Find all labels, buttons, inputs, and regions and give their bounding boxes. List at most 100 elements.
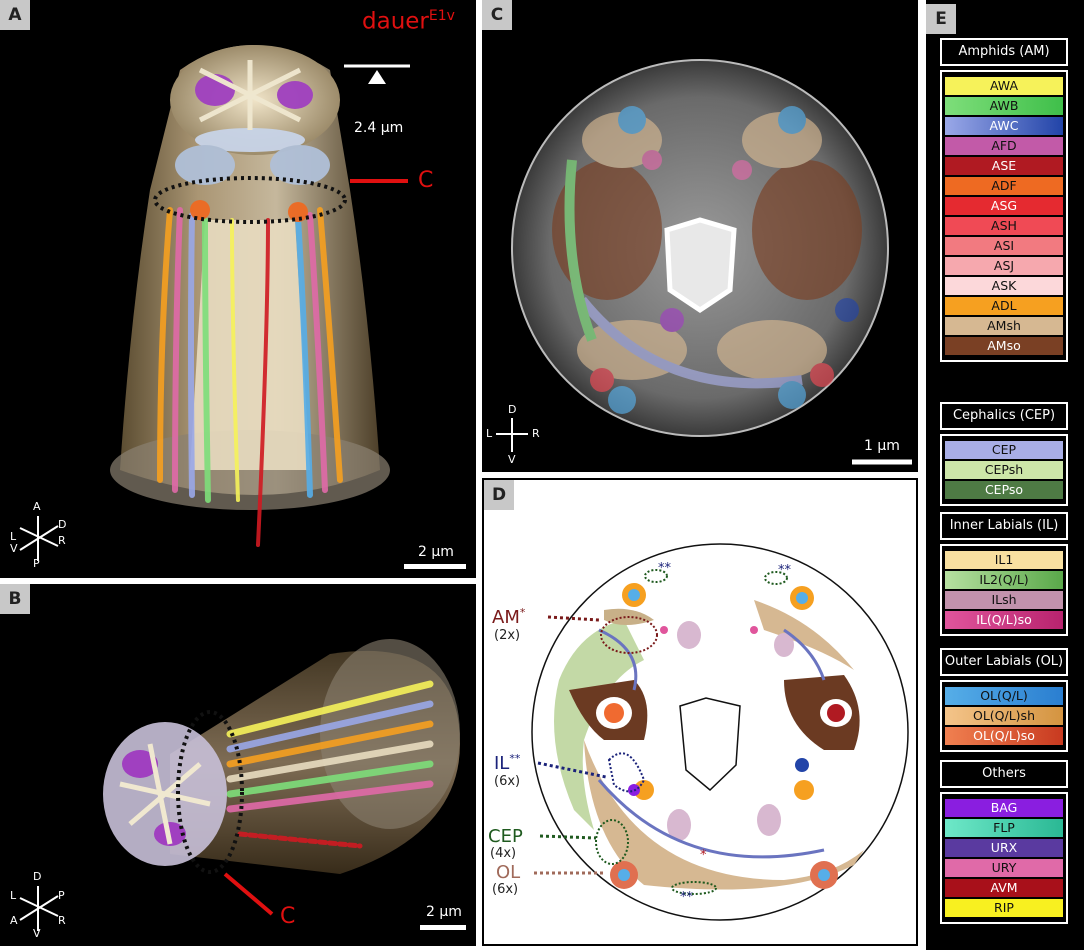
legend-group-title: Cephalics (CEP) (940, 402, 1068, 430)
depth-marker-triangle (368, 70, 386, 84)
compass-c-down: V (508, 453, 516, 466)
legend-item: ASG (945, 197, 1063, 215)
panel-b-scale-label: 2 µm (426, 904, 462, 920)
legend-item: AMsh (945, 317, 1063, 335)
legend-item: AWC (945, 117, 1063, 135)
legend-group-title: Outer Labials (OL) (940, 648, 1068, 676)
legend-item-list: CEP CEPsh CEPso (940, 434, 1068, 506)
legend-item: FLP (945, 819, 1063, 837)
panel-b-compass (19, 886, 59, 931)
legend-group: Outer Labials (OL) OL(Q/L) OL(Q/L)sh OL(Q/L… (936, 648, 1072, 758)
panel-a-section-marker: C (418, 168, 434, 193)
compass-b-down: V (33, 927, 41, 940)
panel-a-scale-label: 2 µm (418, 544, 454, 560)
legend-item-list: OL(Q/L) OL(Q/L)sh OL(Q/L)so (940, 680, 1068, 752)
legend-item: URX (945, 839, 1063, 857)
label-cep-count: (4x) (490, 846, 517, 861)
legend-item: ASJ (945, 257, 1063, 275)
legend-item: ASK (945, 277, 1063, 295)
panel-c-scale-label: 1 µm (864, 438, 900, 454)
panel-a-title-main: dauer (362, 8, 429, 35)
schematic-mark-single: * (700, 848, 707, 863)
legend-group: Others BAG FLP URX URY AVM RIP (936, 760, 1072, 936)
label-ol-count: (6x) (492, 882, 519, 897)
panel-a-title: dauerE1v (362, 8, 455, 35)
legend-group: Inner Labials (IL) IL1 IL2(Q/L) ILsh IL(Q/L)… (936, 512, 1072, 644)
panel-a-render (110, 45, 410, 547)
legend-item: CEPsh (945, 461, 1063, 479)
legend-group-title: Inner Labials (IL) (940, 512, 1068, 540)
legend-item: OL(Q/L) (945, 687, 1063, 705)
panel-c-tag: C (482, 0, 512, 30)
label-am-sup: * (519, 606, 526, 619)
label-cep: CEP (488, 826, 523, 847)
panel-d-schematic (531, 543, 909, 921)
compass-a-right-bottom: R (58, 534, 66, 547)
schematic-mark-left: ** (658, 561, 671, 576)
legend-item: ADL (945, 297, 1063, 315)
compass-c-right: R (532, 427, 540, 440)
legend-item-list: IL1 IL2(Q/L) ILsh IL(Q/L)so (940, 544, 1068, 636)
pharynx-lumen (664, 217, 737, 314)
legend-item: RIP (945, 899, 1063, 917)
legend-item-list: BAG FLP URX URY AVM RIP (940, 792, 1068, 924)
label-am: AM* (492, 606, 525, 628)
panel-c: C D V L R 1 µm (482, 0, 918, 472)
legend-group-title: Others (940, 760, 1068, 788)
legend-item: OL(Q/L)so (945, 727, 1063, 745)
label-il: IL** (494, 752, 520, 774)
schematic-mark-bottom: ** (680, 890, 693, 905)
label-cep-name: CEP (488, 826, 523, 847)
legend-group-title: Amphids (AM) (940, 38, 1068, 66)
legend-item: CEP (945, 441, 1063, 459)
label-am-count: (2x) (494, 628, 521, 643)
legend-item: ASE (945, 157, 1063, 175)
compass-c-left: L (486, 427, 493, 440)
label-il-count: (6x) (494, 774, 521, 789)
legend-item: BAG (945, 799, 1063, 817)
compass-a-left-bottom: V (10, 542, 18, 555)
panel-d: D ** ** ** * AM* (2x) IL** (6x) CEP (4x)… (482, 478, 918, 946)
compass-a-right-top: D (58, 518, 67, 531)
panel-b: B C D V L A P R 2 µm (0, 584, 476, 946)
legend-item: ADF (945, 177, 1063, 195)
section-c-line-b (223, 872, 274, 916)
compass-c-up: D (508, 403, 517, 416)
label-il-name: IL (494, 753, 510, 774)
legend-item: AWA (945, 77, 1063, 95)
panel-a-title-sup: E1v (428, 8, 455, 24)
legend-group: Cephalics (CEP) CEP CEPsh CEPso (936, 402, 1072, 512)
legend-item: IL1 (945, 551, 1063, 569)
compass-b-left-top: L (10, 889, 17, 902)
label-il-sup: ** (509, 752, 521, 765)
panel-a: A dauerE1v 2.4 µm C A P L V D R 2 µm (0, 0, 476, 578)
compass-b-left-bottom: A (10, 914, 18, 927)
compass-b-up: D (33, 870, 42, 883)
compass-a-down: P (33, 557, 40, 570)
label-am-name: AM (492, 607, 520, 628)
panel-a-depth-label: 2.4 µm (354, 120, 404, 136)
panel-a-scale-bar (404, 564, 466, 569)
legend-item: ILsh (945, 591, 1063, 609)
legend-item: CEPso (945, 481, 1063, 499)
legend-item: ASH (945, 217, 1063, 235)
legend-group: Amphids (AM) AWA AWB AWC AFD ASE ADF ASG ASH ASI A… (936, 38, 1072, 390)
schematic-lumen (679, 697, 741, 792)
legend-item: IL(Q/L)so (945, 611, 1063, 629)
legend-item: AFD (945, 137, 1063, 155)
legend-item: AVM (945, 879, 1063, 897)
legend-item: OL(Q/L)sh (945, 707, 1063, 725)
panel-e-tag: E (926, 4, 956, 34)
legend-item-list: AWA AWB AWC AFD ASE ADF ASG ASH ASI ASJ ASK ADL AMsh… (940, 70, 1068, 362)
schematic-mark-right: ** (778, 563, 791, 578)
legend-item: URY (945, 859, 1063, 877)
legend-item: AWB (945, 97, 1063, 115)
panel-b-section-marker: C (280, 904, 296, 929)
panel-c-micrograph (496, 59, 912, 465)
panel-a-tag: A (0, 0, 30, 30)
label-ol: OL (496, 862, 520, 883)
legend-item: ASI (945, 237, 1063, 255)
compass-b-right-top: P (58, 889, 65, 902)
panel-b-scale-bar (420, 925, 466, 930)
compass-a-up: A (33, 500, 41, 513)
